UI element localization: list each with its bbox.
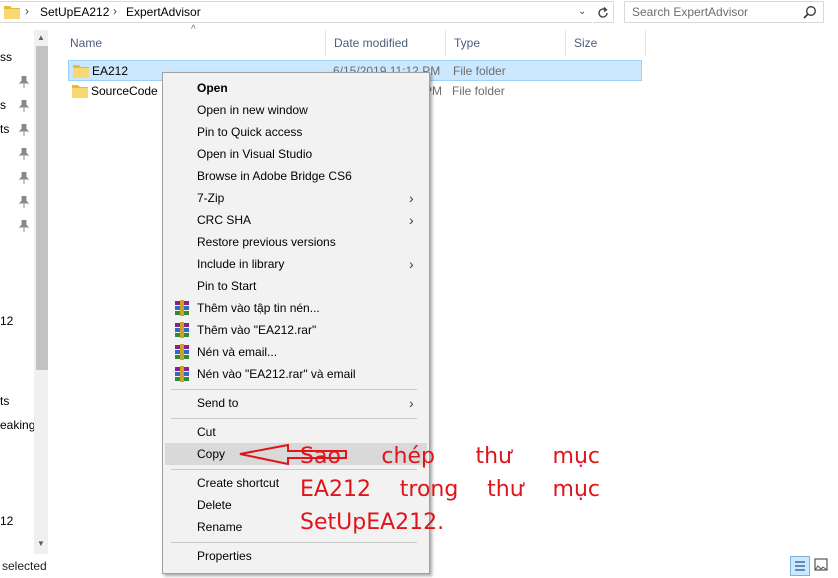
nav-item[interactable]: 12	[0, 314, 13, 328]
winrar-icon	[175, 322, 189, 338]
menu-item-7zip[interactable]: 7-Zip ›	[165, 187, 427, 209]
menu-item-label: Rename	[197, 520, 243, 534]
menu-item-label: 7-Zip	[197, 191, 225, 205]
column-header-type[interactable]: Type	[446, 30, 566, 56]
address-row: › SetUpEA212 › ExpertAdvisor ⌄ Search Ex…	[0, 0, 838, 24]
annotation-text: Sao chép thư mục EA212 trong thư mục Set…	[300, 440, 600, 539]
scroll-down-icon[interactable]: ▼	[37, 539, 45, 548]
submenu-arrow-icon: ›	[409, 256, 414, 272]
large-icons-view-icon	[814, 558, 828, 571]
refresh-button[interactable]	[592, 3, 612, 23]
file-name: SourceCode	[91, 84, 158, 98]
menu-item-crc-sha[interactable]: CRC SHA ›	[165, 209, 427, 231]
winrar-icon	[175, 344, 189, 360]
pin-icon	[19, 196, 29, 208]
menu-item-label: Thêm vào tập tin nén...	[197, 301, 320, 315]
menu-item-pin-quick-access[interactable]: Pin to Quick access	[165, 121, 427, 143]
breadcrumb-separator[interactable]: ›	[25, 4, 29, 18]
nav-scrollbar-thumb[interactable]	[36, 46, 48, 370]
details-view-button[interactable]	[790, 556, 810, 576]
column-header-size[interactable]: Size	[566, 30, 646, 56]
menu-item-label: Create shortcut	[197, 476, 280, 490]
nav-item[interactable]: ts	[0, 394, 9, 408]
menu-item-rar-compress-email[interactable]: Nén và email...	[165, 341, 427, 363]
folder-icon	[72, 85, 88, 98]
menu-item-label: Pin to Start	[197, 279, 257, 293]
menu-item-label: Copy	[197, 447, 226, 461]
details-view-icon	[795, 561, 805, 571]
submenu-arrow-icon: ›	[409, 212, 414, 228]
sort-ascending-icon: ^	[191, 24, 196, 35]
folder-icon	[73, 65, 89, 78]
winrar-icon	[175, 366, 189, 382]
search-icon[interactable]	[803, 5, 817, 19]
pin-icon	[19, 76, 29, 88]
winrar-icon	[175, 300, 189, 316]
menu-item-restore-versions[interactable]: Restore previous versions	[165, 231, 427, 253]
menu-item-label: Nén và email...	[197, 345, 278, 359]
pin-icon	[19, 220, 29, 232]
search-input[interactable]: Search ExpertAdvisor	[624, 1, 824, 23]
scroll-up-icon[interactable]: ▲	[37, 33, 45, 42]
nav-item[interactable]: s	[0, 98, 6, 112]
file-type: File folder	[453, 64, 506, 78]
menu-item-label: Delete	[197, 498, 232, 512]
submenu-arrow-icon: ›	[409, 395, 414, 411]
status-text: selected	[2, 559, 47, 573]
menu-item-label: CRC SHA	[197, 213, 252, 227]
column-header-row: Name Date modified Type Size	[62, 30, 647, 56]
menu-item-label: Properties	[197, 549, 252, 563]
menu-item-label: Cut	[197, 425, 216, 439]
menu-item-pin-start[interactable]: Pin to Start	[165, 275, 427, 297]
chevron-down-icon[interactable]: ⌄	[578, 6, 586, 17]
search-placeholder: Search ExpertAdvisor	[632, 5, 749, 19]
menu-separator	[171, 542, 417, 543]
menu-item-open[interactable]: Open	[165, 77, 427, 99]
annotation-line: SetUpEA212.	[300, 510, 445, 535]
menu-item-label: Send to	[197, 396, 239, 410]
menu-item-label: Open in Visual Studio	[197, 147, 313, 161]
pin-icon	[19, 172, 29, 184]
nav-item[interactable]: 12	[0, 514, 13, 528]
menu-item-properties[interactable]: Properties	[165, 545, 427, 567]
pin-icon	[19, 100, 29, 112]
breadcrumb-expertadvisor[interactable]: ExpertAdvisor	[126, 5, 201, 19]
submenu-arrow-icon: ›	[409, 190, 414, 206]
menu-item-adobe-bridge[interactable]: Browse in Adobe Bridge CS6	[165, 165, 427, 187]
column-header-date-modified[interactable]: Date modified	[326, 30, 446, 56]
folder-icon	[4, 6, 20, 19]
annotation-line: Sao chép thư mục	[300, 444, 600, 469]
nav-item[interactable]: eaking	[0, 418, 35, 432]
annotation-line: EA212 trong thư mục	[300, 477, 600, 502]
menu-item-rar-add-ea212[interactable]: Thêm vào "EA212.rar"	[165, 319, 427, 341]
nav-item[interactable]: ts	[0, 122, 9, 136]
menu-item-rar-compress-ea212-email[interactable]: Nén vào "EA212.rar" và email	[165, 363, 427, 385]
breadcrumb-separator[interactable]: ›	[113, 4, 117, 18]
menu-item-include-library[interactable]: Include in library ›	[165, 253, 427, 275]
menu-item-label: Restore previous versions	[197, 235, 336, 249]
menu-separator	[171, 389, 417, 390]
menu-item-label: Pin to Quick access	[197, 125, 303, 139]
menu-item-rar-add-archive[interactable]: Thêm vào tập tin nén...	[165, 297, 427, 319]
menu-item-label: Open in new window	[197, 103, 308, 117]
file-type: File folder	[452, 84, 505, 98]
menu-separator	[171, 418, 417, 419]
menu-item-open-visual-studio[interactable]: Open in Visual Studio	[165, 143, 427, 165]
breadcrumb-setupea212[interactable]: SetUpEA212	[40, 5, 109, 19]
nav-item[interactable]: ss	[0, 50, 12, 64]
menu-item-send-to[interactable]: Send to ›	[165, 392, 427, 414]
menu-item-label: Open	[197, 81, 228, 95]
menu-item-label: Nén vào "EA212.rar" và email	[197, 367, 356, 381]
large-icons-view-button[interactable]	[812, 556, 832, 576]
menu-item-label: Include in library	[197, 257, 285, 271]
address-bar[interactable]: › SetUpEA212 › ExpertAdvisor ⌄	[0, 1, 614, 23]
refresh-icon	[598, 6, 608, 18]
pin-icon	[19, 148, 29, 160]
menu-item-label: Browse in Adobe Bridge CS6	[197, 169, 352, 183]
menu-item-open-new-window[interactable]: Open in new window	[165, 99, 427, 121]
pin-icon	[19, 124, 29, 136]
menu-item-label: Thêm vào "EA212.rar"	[197, 323, 317, 337]
file-name: EA212	[92, 64, 129, 78]
